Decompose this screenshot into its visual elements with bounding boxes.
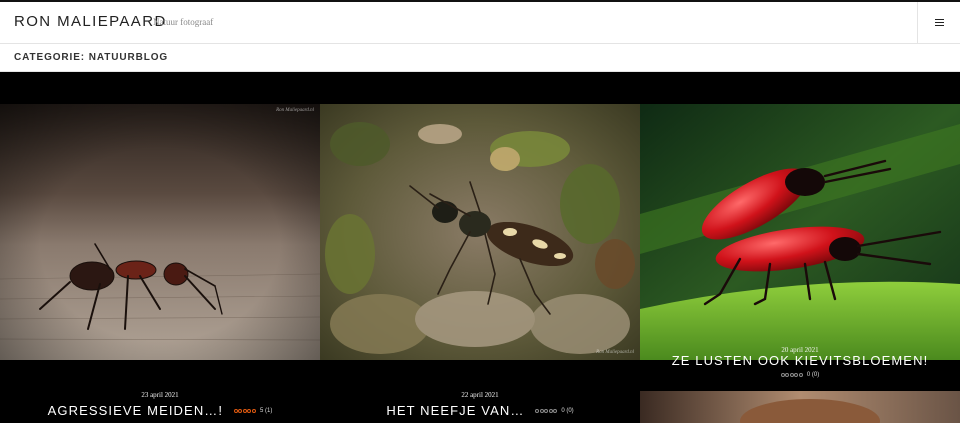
post-thumbnail[interactable]: Ron Maliepaard.nl	[320, 104, 640, 360]
rating-star-icon[interactable]	[242, 408, 247, 413]
rating-star-icon[interactable]	[247, 408, 252, 413]
rating-star-icon[interactable]	[535, 408, 540, 413]
post-card[interactable]: Ron Maliepaard.nl 23 april 2021 AGRESSIE…	[0, 104, 320, 423]
post-date: 22 april 2021	[461, 391, 499, 399]
rating-star-icon[interactable]	[548, 408, 553, 413]
rating-star-icon[interactable]	[798, 372, 803, 377]
image-watermark: Ron Maliepaard.nl	[276, 108, 314, 113]
post-card[interactable]: 20 april 2021 ZE LUSTEN OOK KIEVITSBLOEM…	[640, 104, 960, 389]
rating-text: 0 (0)	[561, 408, 574, 415]
post-title[interactable]: HET NEEFJE VAN…	[386, 403, 524, 418]
rating-star-icon[interactable]	[251, 408, 256, 413]
post-title[interactable]: AGRESSIEVE MEIDEN…!	[48, 403, 224, 418]
category-header: CATEGORIE: NATUURBLOG	[0, 44, 960, 72]
rating-stars-icon[interactable]	[780, 371, 804, 379]
post-rating[interactable]: 0 (0)	[780, 371, 820, 380]
site-title-link[interactable]: RON MALIEPAARD	[14, 13, 167, 30]
post-title-row: ZE LUSTEN OOK KIEVITSBLOEMEN! 0 (0)	[640, 354, 960, 389]
post-title-row: AGRESSIEVE MEIDEN…! 5 (1)	[0, 403, 320, 418]
rating-star-icon[interactable]	[544, 408, 549, 413]
rating-star-icon[interactable]	[789, 372, 794, 377]
hamburger-menu-icon	[934, 18, 944, 27]
menu-button[interactable]	[917, 2, 960, 43]
post-title-row: HET NEEFJE VAN… 0 (0)	[320, 403, 640, 418]
site-tagline: Natuur fotograaf	[153, 17, 214, 27]
rating-star-icon[interactable]	[539, 408, 544, 413]
rating-star-icon[interactable]	[238, 408, 243, 413]
rating-stars-icon[interactable]	[535, 408, 558, 414]
rating-star-icon[interactable]	[553, 408, 558, 413]
category-title: CATEGORIE: NATUURBLOG	[14, 52, 169, 63]
post-card[interactable]: Ron Maliepaard.nl 22 april 2021 HET NEEF…	[320, 104, 640, 423]
rating-star-icon[interactable]	[780, 372, 785, 377]
site-header: RON MALIEPAARD Natuur fotograaf	[0, 2, 960, 44]
post-grid: Ron Maliepaard.nl 23 april 2021 AGRESSIE…	[0, 72, 960, 423]
image-watermark: Ron Maliepaard.nl	[596, 350, 634, 355]
rating-stars-icon[interactable]	[233, 408, 257, 414]
rating-star-icon[interactable]	[794, 372, 799, 377]
rating-star-icon[interactable]	[785, 372, 790, 377]
post-date: 23 april 2021	[141, 391, 179, 399]
post-rating[interactable]: 0 (0)	[535, 408, 574, 415]
post-rating[interactable]: 5 (1)	[233, 408, 273, 415]
post-thumbnail[interactable]	[640, 104, 960, 360]
rating-text: 5 (1)	[260, 408, 273, 415]
rating-star-icon[interactable]	[233, 408, 238, 413]
rating-text: 0 (0)	[806, 372, 820, 379]
post-thumbnail-next[interactable]	[640, 391, 960, 423]
post-title[interactable]: ZE LUSTEN OOK KIEVITSBLOEMEN!	[672, 353, 929, 368]
post-thumbnail[interactable]: Ron Maliepaard.nl	[0, 104, 320, 360]
